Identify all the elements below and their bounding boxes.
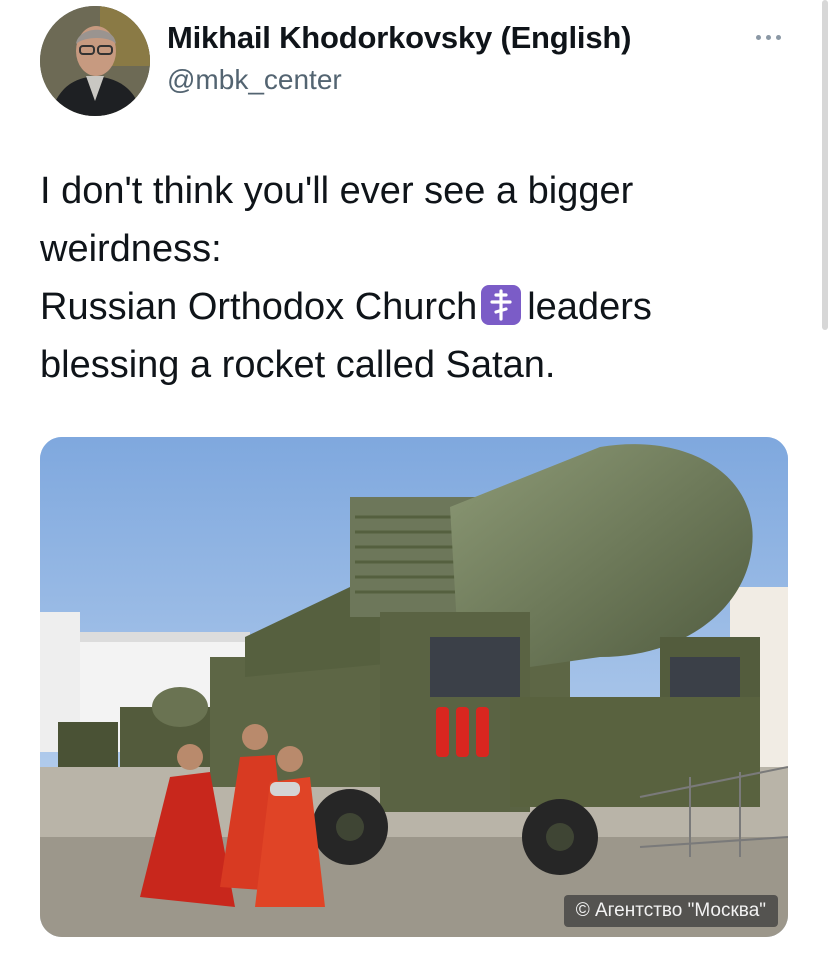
more-options-button[interactable] — [748, 26, 788, 48]
more-horizontal-icon — [756, 35, 761, 40]
tweet-text-line: weirdness: — [40, 228, 222, 270]
tweet-text-segment: leaders — [527, 286, 652, 328]
author-name[interactable]: Mikhail Khodorkovsky (English) — [167, 20, 631, 56]
author-avatar[interactable] — [40, 6, 150, 116]
tweet-text-line: Russian Orthodox Church leaders — [40, 278, 800, 336]
author-handle[interactable]: @mbk_center — [167, 64, 342, 96]
orthodox-cross-icon — [481, 285, 522, 325]
photo-credit: © Агентство "Москва" — [563, 895, 778, 927]
tweet-text: I don't think you'll ever see a bigger w… — [40, 162, 800, 394]
more-horizontal-icon — [776, 35, 781, 40]
rocket-photo-illustration — [40, 437, 788, 937]
avatar-portrait — [40, 6, 150, 116]
tweet-text-line: I don't think you'll ever see a bigger — [40, 170, 634, 212]
tweet-photo[interactable]: © Агентство "Москва" — [40, 437, 788, 937]
more-horizontal-icon — [766, 35, 771, 40]
tweet-text-segment: Russian Orthodox Church — [40, 286, 478, 328]
tweet-text-line: blessing a rocket called Satan. — [40, 344, 556, 386]
scrollbar[interactable] — [822, 0, 828, 330]
